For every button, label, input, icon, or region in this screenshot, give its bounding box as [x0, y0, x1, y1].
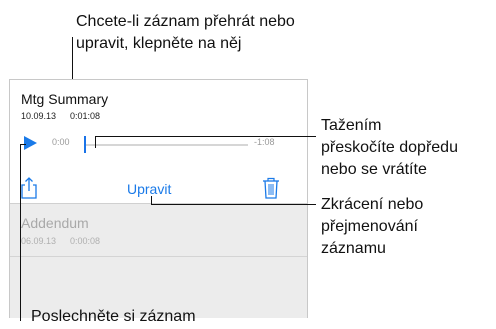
- callout-leader-line: [151, 196, 152, 204]
- recording-date: 06.09.13: [21, 236, 57, 246]
- callout-text-line: Tažením: [321, 117, 382, 134]
- callout-leader-line: [95, 136, 96, 148]
- callout-leader-line: [151, 204, 316, 205]
- remaining-time: -1:08: [254, 137, 275, 147]
- callout-edit: Zkrácení nebo přejmenování záznamu: [321, 194, 423, 260]
- delete-button[interactable]: [262, 177, 280, 199]
- play-button[interactable]: [22, 135, 38, 151]
- callout-text-line: upravit, klepněte na něj: [76, 35, 242, 52]
- callout-listen: Poslechněte si záznam: [31, 308, 196, 325]
- recording-title: Addendum: [21, 215, 89, 231]
- recording-date: 10.09.13: [21, 111, 57, 121]
- callout-tap-to-play-or-edit: Chcete-li záznam přehrát nebo upravit, k…: [76, 11, 295, 55]
- scrubber-track[interactable]: [85, 144, 248, 146]
- recording-title: Mtg Summary: [21, 91, 109, 107]
- recordings-list: Mtg Summary 10.09.13 0:01:08 0:00 -1:08 …: [9, 79, 308, 318]
- callout-leader-line: [20, 144, 21, 321]
- edit-button[interactable]: Upravit: [127, 181, 171, 197]
- callout-scrub: Tažením přeskočíte dopředu nebo se vrátí…: [321, 115, 458, 181]
- recording-row-selected[interactable]: Mtg Summary 10.09.13 0:01:08 0:00 -1:08 …: [10, 80, 307, 203]
- callout-leader-line: [20, 144, 26, 145]
- scrubber-handle[interactable]: [84, 136, 86, 153]
- elapsed-time: 0:00: [52, 137, 70, 147]
- recording-row[interactable]: Addendum 06.09.13 0:00:08: [10, 204, 307, 256]
- callout-text-line: nebo se vrátíte: [321, 161, 427, 178]
- callout-text-line: přejmenování: [321, 218, 418, 235]
- share-icon: [21, 177, 37, 199]
- callout-text-line: Zkrácení nebo: [321, 196, 424, 213]
- play-icon: [24, 136, 37, 150]
- callout-text-line: záznamu: [321, 240, 386, 257]
- callout-text-line: přeskočíte dopředu: [321, 139, 458, 156]
- callout-leader-line: [95, 136, 316, 137]
- recording-duration: 0:00:08: [70, 236, 101, 246]
- share-button[interactable]: [19, 177, 39, 199]
- trash-icon: [263, 177, 279, 199]
- callout-text-line: Chcete-li záznam přehrát nebo: [76, 13, 295, 30]
- recording-duration: 0:01:08: [70, 111, 101, 121]
